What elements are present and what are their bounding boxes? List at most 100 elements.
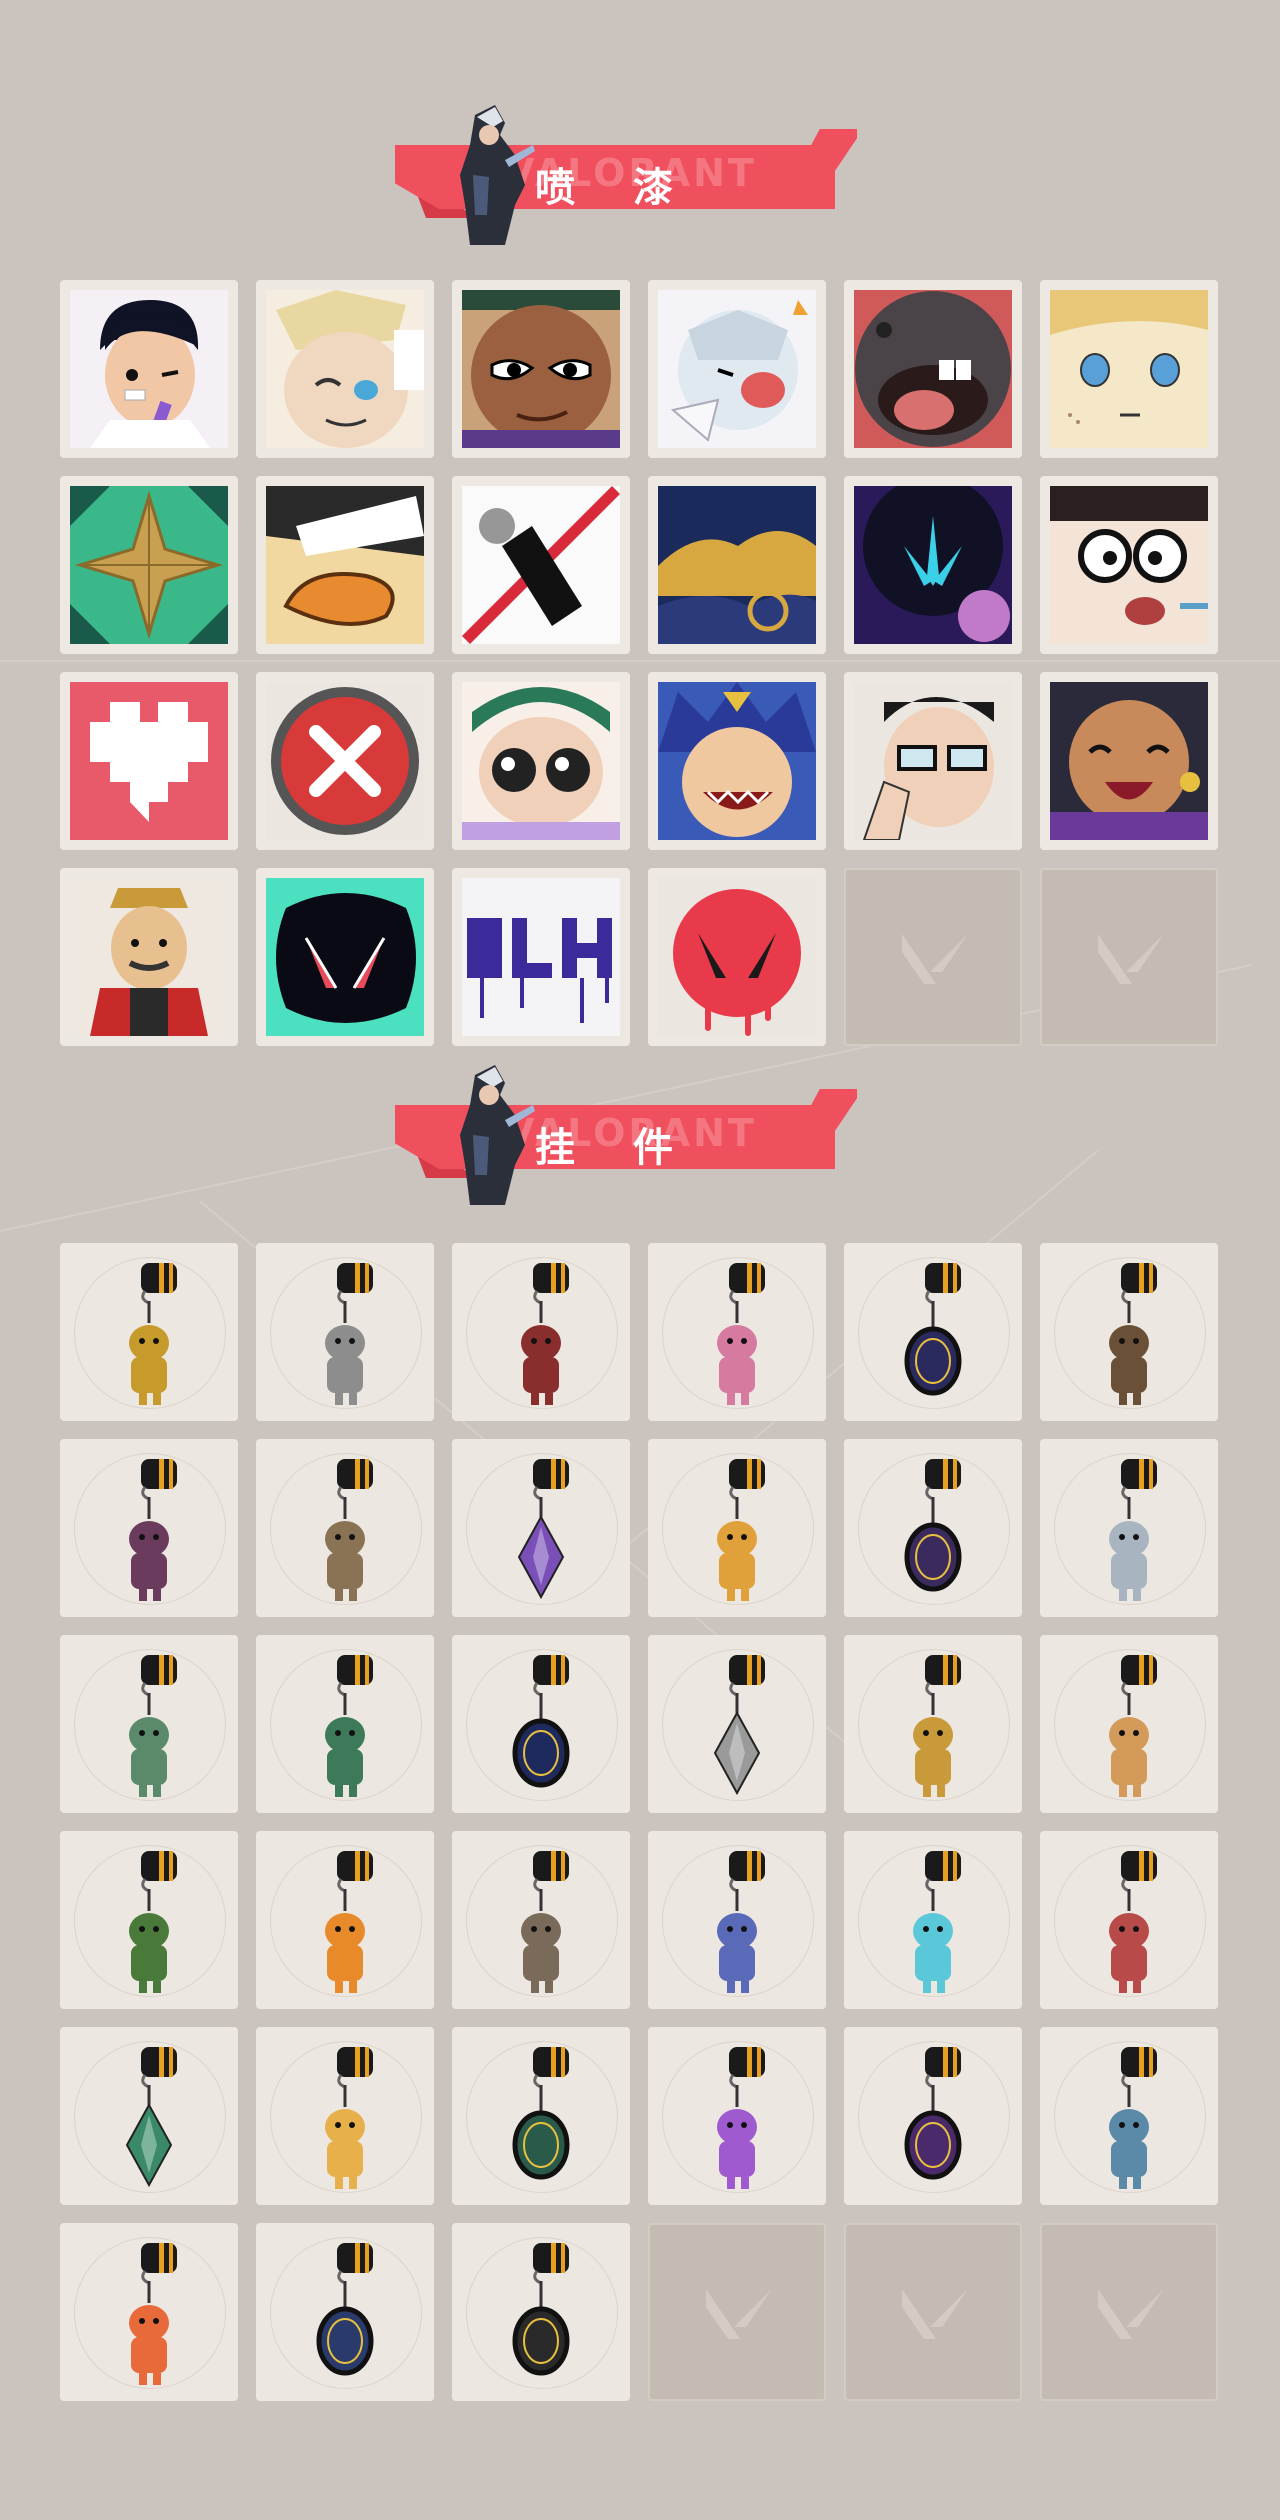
buddy-ep9-medal-2-icon [904,1459,962,1592]
buddy-gold-robot-icon [913,1655,961,1797]
buddy-spray-can-icon [325,1655,373,1797]
spray-red-valorant-drip[interactable] [648,868,826,1046]
no-spray-can-icon [462,486,620,644]
buddy-gold-creature[interactable] [60,1243,238,1421]
buddy-orange-lion[interactable] [60,2223,238,2401]
spray-laughing-girl[interactable] [1040,672,1218,850]
buddy-brown-gadget[interactable] [1040,1243,1218,1421]
spray-golden-clouds[interactable] [648,476,826,654]
buddy-hook-icon [533,1851,569,1893]
buddy-hook-icon [141,1459,177,1501]
spray-glasses-praying[interactable] [844,672,1022,850]
sprays-section-header: VALORANT 喷 漆 [395,105,865,245]
spray-blue-hair-yell[interactable] [648,672,826,850]
sprays-title: 喷 漆 [535,165,695,211]
buddy-raccoon[interactable] [452,1831,630,2009]
buddy-green-mask[interactable] [60,1831,238,2009]
buddy-hook-icon [925,1459,961,1501]
spray-purple-leaf[interactable] [844,476,1022,654]
buddy-red-octopus-icon [1109,1851,1157,1993]
buddy-cowboy-figure-icon [325,1459,373,1601]
buddy-spray-can[interactable] [256,1635,434,1813]
buddy-sun-cloud-icon [325,2047,373,2189]
buddy-red-rope[interactable] [452,1243,630,1421]
buddy-grid [60,1243,1218,2401]
spray-gold-star-emblem[interactable] [60,476,238,654]
buddy-hook-icon [533,1459,569,1501]
buddy-brown-gadget-icon [1109,1263,1157,1405]
spray-big-eyes-girl[interactable] [452,672,630,850]
spray-no-spray-can[interactable] [452,476,630,654]
buddy-ep8-medal-2[interactable] [844,2027,1022,2205]
buddy-flame-trophy[interactable] [256,1831,434,2009]
buddy-hook-icon [337,2243,373,2285]
empty-buddy-slot[interactable] [1040,2223,1218,2401]
boy-wink-icon [70,290,228,448]
spray-valorant-splash-teal[interactable] [256,868,434,1046]
buddy-ep7-medal-icon [316,2243,374,2376]
buddy-hook-icon [141,1263,177,1305]
buddy-hook-icon [533,1263,569,1305]
empty-spray-slot[interactable] [844,868,1022,1046]
buddy-gold-creature-icon [129,1263,177,1405]
valorant-splash-teal-icon [266,878,424,1036]
buddy-cupcake[interactable] [648,1243,826,1421]
empty-spray-slot[interactable] [1040,868,1218,1046]
buddy-ep8-medal[interactable] [452,2027,630,2205]
buddy-ufo[interactable] [1040,2027,1218,2205]
buddy-silver-diamond[interactable] [648,1635,826,1813]
valorant-logo-icon [902,934,968,984]
buddy-hook-icon [141,2243,177,2285]
spray-red-x-button[interactable] [256,672,434,850]
spray-glasses-shocked[interactable] [1040,476,1218,654]
buddy-blue-blade[interactable] [844,1831,1022,2009]
spray-chibi-crying[interactable] [648,280,826,458]
buddy-lotus-flame-icon [717,2047,765,2189]
spray-nutcracker[interactable] [60,868,238,1046]
glasses-praying-icon [854,682,1012,840]
buddy-lava-lamp[interactable] [648,1439,826,1617]
buddy-corgi-dog[interactable] [1040,1635,1218,1813]
buddy-orange-lion-icon [129,2243,177,2385]
buddy-agent-figure[interactable] [60,1439,238,1617]
spray-smug-face[interactable] [452,280,630,458]
spray-duck-beak[interactable] [256,476,434,654]
buddy-white-hair-chibi[interactable] [1040,1439,1218,1617]
buddy-hook-icon [729,1851,765,1893]
buddy-cowboy-figure[interactable] [256,1439,434,1617]
buddy-valorant-emblem[interactable] [452,2223,630,2401]
buddy-lotus-flame[interactable] [648,2027,826,2205]
buddy-green-gem[interactable] [60,2027,238,2205]
spray-blonde-neutral-face[interactable] [1040,280,1218,458]
buddy-green-gem-icon [125,2047,177,2188]
spray-graffiti-tag[interactable] [452,868,630,1046]
buddy-mecha-robot-icon [717,1851,765,1993]
buddy-ep9-medal-2[interactable] [844,1439,1022,1617]
valorant-logo-icon [1098,934,1164,984]
buddy-hook-icon [925,1851,961,1893]
buddy-raccoon-icon [521,1851,569,1993]
buddy-sun-cloud[interactable] [256,2027,434,2205]
buddy-coffee-machine[interactable] [60,1635,238,1813]
spray-boy-wink[interactable] [60,280,238,458]
laughing-girl-icon [1050,682,1208,840]
buddy-red-octopus[interactable] [1040,1831,1218,2009]
red-x-button-icon [266,682,424,840]
spray-pixel-heart[interactable] [60,672,238,850]
duck-beak-icon [266,486,424,644]
buddy-gold-robot[interactable] [844,1635,1022,1813]
buddy-green-mask-icon [129,1851,177,1993]
buddy-ep9-medal-3[interactable] [452,1635,630,1813]
buddy-corgi-dog-icon [1109,1655,1157,1797]
empty-buddy-slot[interactable] [648,2223,826,2401]
buddy-hook-icon [729,1459,765,1501]
spray-blonde-cat-boy[interactable] [256,280,434,458]
buddy-purple-crystal[interactable] [452,1439,630,1617]
buddy-gray-box[interactable] [256,1243,434,1421]
empty-buddy-slot[interactable] [844,2223,1022,2401]
buddy-ep7-medal[interactable] [256,2223,434,2401]
spray-dark-creature-tongue[interactable] [844,280,1022,458]
buddy-mecha-robot[interactable] [648,1831,826,2009]
buddy-ep9-medal[interactable] [844,1243,1022,1421]
valorant-logo-icon [1098,2289,1164,2339]
